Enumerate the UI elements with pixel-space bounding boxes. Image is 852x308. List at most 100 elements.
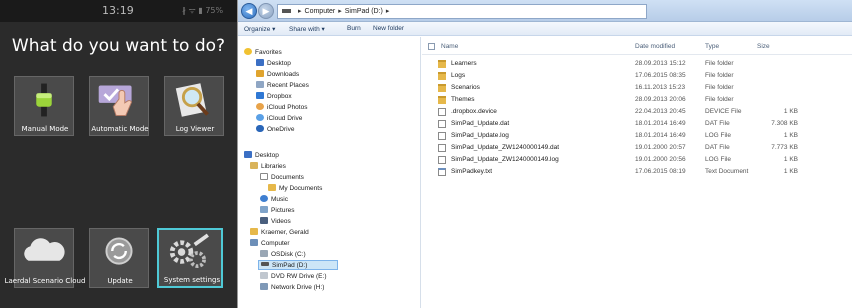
nav-label: Favorites: [255, 49, 282, 56]
nav-my-documents[interactable]: My Documents: [268, 184, 322, 194]
file-type: Text Document: [705, 168, 749, 175]
icloud-drive-icon: [256, 114, 264, 121]
burn-button[interactable]: Burn: [347, 25, 361, 32]
tile-system-settings[interactable]: System settings: [157, 228, 223, 288]
breadcrumb-computer[interactable]: Computer: [305, 8, 336, 15]
tile-log-viewer[interactable]: Log Viewer: [164, 76, 224, 136]
status-icons: ∦ ᯤ ▮ 75%: [182, 6, 224, 15]
drive-icon: [282, 9, 291, 14]
file-type: File folder: [705, 96, 734, 103]
nav-label: My Documents: [279, 185, 323, 192]
nav-recent-places[interactable]: Recent Places: [256, 81, 309, 91]
file-name: Logs: [451, 72, 466, 79]
navigation-pane: Favorites Desktop Downloads Recent Place…: [238, 37, 421, 308]
tile-laerdal-scenario-cloud[interactable]: Laerdal Scenario Cloud: [5, 228, 85, 288]
nav-pictures[interactable]: Pictures: [260, 206, 294, 216]
tile-label: System settings: [163, 276, 221, 284]
file-type: DAT File: [705, 144, 730, 151]
file-row[interactable]: SimPad_Update.dat 18.01.2014 16:49 DAT Fil…: [422, 119, 852, 129]
nav-label: Pictures: [271, 207, 295, 214]
column-header-name[interactable]: Name: [441, 43, 458, 50]
select-all-checkbox[interactable]: [428, 43, 435, 50]
file-name: SimPad_Update.log: [451, 132, 509, 139]
file-row[interactable]: .dropbox.device 22.04.2013 20:45 DEVICE Fi…: [422, 107, 852, 117]
organize-button[interactable]: Organize ▾: [244, 25, 275, 33]
nav-downloads[interactable]: Downloads: [256, 70, 299, 80]
recent-places-icon: [256, 81, 264, 88]
nav-label: Videos: [271, 218, 291, 225]
file-size: 1 KB: [783, 156, 798, 163]
nav-label: iCloud Drive: [267, 115, 303, 122]
tile-update[interactable]: Update: [89, 228, 149, 288]
nav-dropbox[interactable]: Dropbox: [256, 92, 292, 102]
file-type: File folder: [705, 84, 734, 91]
videos-icon: [260, 217, 268, 224]
folder-icon: [438, 84, 446, 92]
file-row[interactable]: Themes 28.09.2013 20:06 File folder: [422, 95, 852, 105]
breadcrumb-simpad[interactable]: SimPad (D:): [345, 8, 383, 15]
file-icon: [438, 132, 446, 140]
back-button[interactable]: ◀: [241, 3, 257, 19]
share-with-button[interactable]: Share with ▾: [289, 25, 325, 33]
tile-manual-mode[interactable]: Manual Mode: [14, 76, 74, 136]
nav-icloud-drive[interactable]: iCloud Drive: [256, 114, 302, 124]
file-row[interactable]: SimPad_Update_ZW1240000149.dat 19.01.2000…: [422, 143, 852, 153]
file-row[interactable]: SimPad_Update_ZW1240000149.log 19.01.2000…: [422, 155, 852, 165]
status-time: 13:19: [102, 4, 134, 17]
file-row[interactable]: Scenarios 16.11.2013 15:23 File folder: [422, 83, 852, 93]
header-divider: [422, 54, 852, 55]
file-size: 1 KB: [783, 132, 798, 139]
nav-libraries[interactable]: Libraries: [250, 162, 286, 172]
nav-music[interactable]: Music: [260, 195, 288, 205]
nav-onedrive[interactable]: OneDrive: [256, 125, 294, 135]
new-folder-button[interactable]: New folder: [373, 25, 404, 32]
nav-documents[interactable]: Documents: [260, 173, 304, 183]
file-row[interactable]: Logs 17.06.2015 08:35 File folder: [422, 71, 852, 81]
forward-button[interactable]: ▶: [258, 3, 274, 19]
file-icon: [438, 144, 446, 152]
nav-dvd-drive[interactable]: DVD RW Drive (E:): [260, 272, 327, 282]
file-size: 1 KB: [783, 108, 798, 115]
tile-label: Log Viewer: [175, 125, 215, 133]
address-bar[interactable]: ▸ Computer ▸ SimPad (D:) ▸: [277, 4, 647, 19]
file-name: Learners: [451, 60, 477, 67]
nav-desktop[interactable]: Desktop: [256, 59, 291, 69]
libraries-icon: [250, 162, 258, 169]
nav-favorites[interactable]: Favorites: [244, 48, 282, 58]
nav-label: iCloud Photos: [267, 104, 308, 111]
text-file-icon: [438, 168, 446, 176]
file-row[interactable]: SimPad_Update.log 18.01.2014 16:49 LOG Fil…: [422, 131, 852, 141]
desktop-icon: [244, 151, 252, 158]
nav-icloud-photos[interactable]: iCloud Photos: [256, 103, 307, 113]
column-header-type[interactable]: Type: [705, 43, 719, 50]
nav-label: Documents: [271, 174, 304, 181]
folder-icon: [438, 72, 446, 80]
file-type: LOG File: [705, 132, 732, 139]
file-name: SimPad_Update_ZW1240000149.log: [451, 156, 559, 163]
nav-videos[interactable]: Videos: [260, 217, 291, 227]
column-header-size[interactable]: Size: [757, 43, 770, 50]
chevron-right-icon: ▸: [338, 8, 342, 15]
nav-label: Downloads: [267, 71, 300, 78]
tablet-screen: 13:19 ∦ ᯤ ▮ 75% What do you want to do? …: [0, 0, 237, 308]
folder-icon: [268, 184, 276, 191]
tile-automatic-mode[interactable]: Automatic Mode: [89, 76, 149, 136]
nav-network-drive[interactable]: Network Drive (H:): [260, 283, 324, 293]
nav-osdisk[interactable]: OSDisk (C:): [260, 250, 306, 260]
dvd-icon: [260, 272, 268, 279]
magnifier-icon: [175, 83, 209, 117]
file-date: 28.09.2013 15:12: [635, 60, 686, 67]
nav-desktop-root[interactable]: Desktop: [244, 151, 279, 161]
nav-label: Recent Places: [267, 82, 309, 89]
nav-simpad-drive[interactable]: SimPad (D:): [258, 260, 338, 270]
file-explorer-window: ◀ ▶ ▸ Computer ▸ SimPad (D:) ▸ Organize ▾ Sh…: [237, 0, 852, 308]
nav-kraemer-gerald[interactable]: Kraemer, Gerald: [250, 228, 309, 238]
network-drive-icon: [260, 283, 268, 290]
nav-computer[interactable]: Computer: [250, 239, 290, 249]
file-date: 19.01.2000 20:57: [635, 144, 686, 151]
chevron-right-icon: ▸: [385, 8, 390, 15]
column-header-date[interactable]: Date modified: [635, 43, 675, 50]
file-row[interactable]: Learners 28.09.2013 15:12 File folder: [422, 59, 852, 69]
file-row[interactable]: SimPadkey.txt 17.06.2015 08:19 Text Docume…: [422, 167, 852, 177]
folder-icon: [438, 60, 446, 68]
